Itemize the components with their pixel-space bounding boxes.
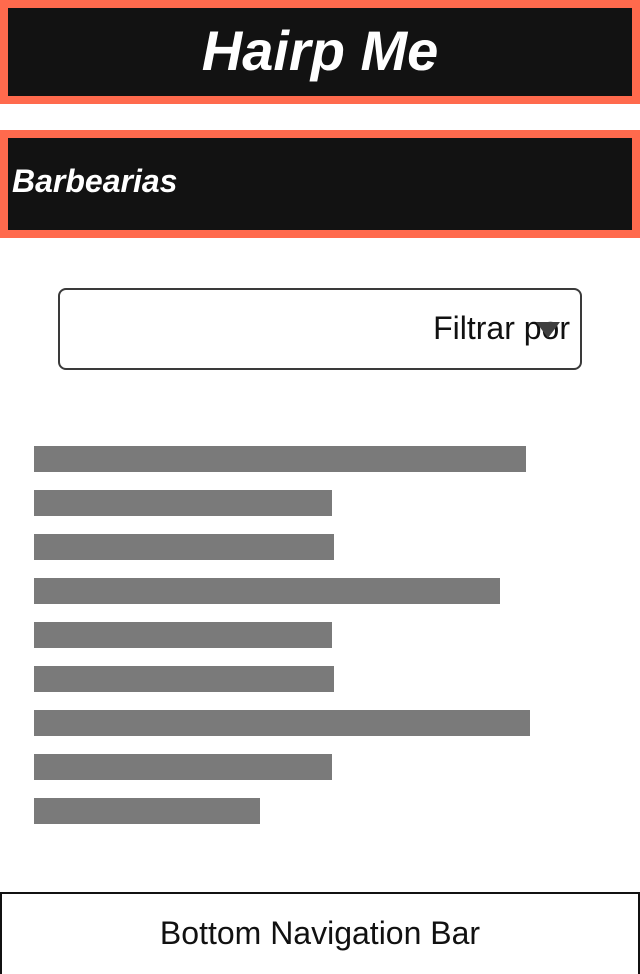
list-item-placeholder[interactable] (34, 754, 332, 780)
chevron-down-icon (536, 322, 560, 338)
filter-dropdown[interactable]: Filtrar por (58, 288, 582, 370)
section-title: Barbearias (12, 163, 178, 199)
list-item-placeholder[interactable] (34, 710, 530, 736)
list-item-placeholder[interactable] (34, 622, 332, 648)
list-item-placeholder[interactable] (34, 446, 526, 472)
section-header: Barbearias (0, 130, 640, 238)
list-item-placeholder[interactable] (34, 666, 334, 692)
app-title: Hairp Me (201, 19, 439, 82)
bottom-navigation-bar[interactable]: Bottom Navigation Bar (0, 892, 640, 974)
list-item-placeholder[interactable] (34, 490, 332, 516)
bottom-nav-label: Bottom Navigation Bar (159, 914, 481, 951)
list-item-placeholder[interactable] (34, 798, 260, 824)
list-item-placeholder[interactable] (34, 534, 334, 560)
list-item-placeholder[interactable] (34, 578, 500, 604)
app-header: Hairp Me (0, 0, 640, 104)
